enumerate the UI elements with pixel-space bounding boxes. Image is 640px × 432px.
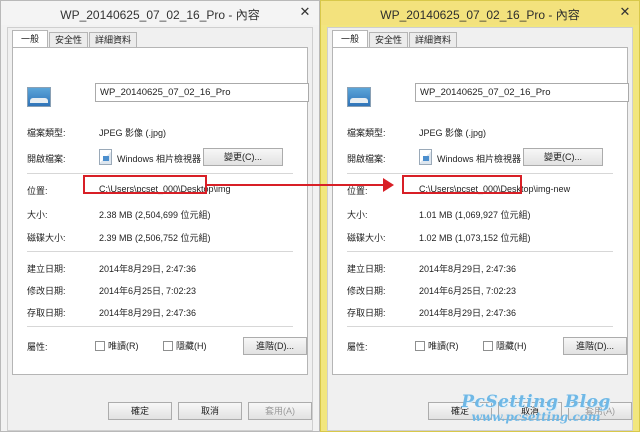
tab-security[interactable]: 安全性: [49, 32, 89, 48]
separator: [27, 326, 293, 327]
separator: [27, 251, 293, 252]
titlebar[interactable]: WP_20140625_07_02_16_Pro - 內容 ✕: [1, 1, 319, 25]
ok-button[interactable]: 確定: [108, 402, 172, 420]
tab-details[interactable]: 詳細資料: [89, 32, 138, 48]
file-type-value: JPEG 影像 (.jpg): [419, 128, 487, 138]
titlebar[interactable]: WP_20140625_07_02_16_Pro - 內容 ✕: [321, 1, 639, 25]
properties-window-left: WP_20140625_07_02_16_Pro - 內容 ✕ 一般 安全性 詳…: [0, 0, 320, 432]
advanced-button[interactable]: 進階(D)...: [563, 337, 627, 355]
separator: [27, 173, 293, 174]
size-on-disk-value: 1.02 MB (1,073,152 位元組): [419, 233, 531, 243]
change-button[interactable]: 變更(C)...: [203, 148, 283, 166]
watermark-url: www.pcsetting.com: [471, 410, 601, 424]
attributes-label: 屬性:: [27, 342, 48, 352]
accessed-value: 2014年8月29日, 2:47:36: [99, 308, 197, 318]
filename-input[interactable]: WP_20140625_07_02_16_Pro: [415, 83, 629, 102]
hidden-label: 隱藏(H): [496, 341, 527, 351]
readonly-checkbox[interactable]: 唯讀(R): [415, 339, 459, 352]
file-type-value: JPEG 影像 (.jpg): [99, 128, 167, 138]
image-file-icon: [347, 87, 371, 107]
window-title: WP_20140625_07_02_16_Pro - 內容: [60, 8, 260, 22]
tab-strip: 一般 安全性 詳細資料: [332, 30, 458, 48]
general-panel: WP_20140625_07_02_16_Pro 檔案類型: JPEG 影像 (…: [332, 47, 629, 375]
size-value: 2.38 MB (2,504,699 位元組): [99, 210, 211, 220]
checkbox-box[interactable]: [483, 340, 493, 351]
comparison-arrow-line: [207, 184, 388, 186]
accessed-label: 存取日期:: [347, 308, 386, 318]
general-panel: WP_20140625_07_02_16_Pro 檔案類型: JPEG 影像 (…: [12, 47, 309, 375]
photo-viewer-icon: [419, 149, 432, 165]
created-label: 建立日期:: [347, 264, 386, 274]
size-highlight-box-left: [83, 175, 207, 194]
readonly-label: 唯讀(R): [108, 341, 139, 351]
accessed-label: 存取日期:: [27, 308, 66, 318]
readonly-label: 唯讀(R): [428, 341, 459, 351]
checkbox-box[interactable]: [95, 340, 105, 351]
size-on-disk-label: 磁碟大小:: [27, 233, 66, 243]
modified-label: 修改日期:: [347, 286, 386, 296]
opens-with-app: Windows 相片檢視器: [437, 154, 522, 164]
client-area: 一般 安全性 詳細資料 WP_20140625_07_02_16_Pro 檔案類…: [7, 27, 313, 431]
created-value: 2014年8月29日, 2:47:36: [99, 264, 197, 274]
change-button[interactable]: 變更(C)...: [523, 148, 603, 166]
properties-window-right: WP_20140625_07_02_16_Pro - 內容 ✕ 一般 安全性 詳…: [320, 0, 640, 432]
file-type-label: 檔案類型:: [27, 128, 66, 138]
apply-button[interactable]: 套用(A): [248, 402, 312, 420]
modified-value: 2014年6月25日, 7:02:23: [99, 286, 197, 296]
window-title: WP_20140625_07_02_16_Pro - 內容: [380, 8, 580, 22]
file-type-label: 檔案類型:: [347, 128, 386, 138]
hidden-checkbox[interactable]: 隱藏(H): [163, 339, 207, 352]
size-value: 1.01 MB (1,069,927 位元組): [419, 210, 531, 220]
opens-with-label: 開啟檔案:: [347, 154, 386, 164]
arrow-head-icon: [383, 178, 394, 192]
watermark-title: PcSetting Blog: [461, 392, 611, 412]
tab-details[interactable]: 詳細資料: [409, 32, 458, 48]
size-on-disk-value: 2.39 MB (2,506,752 位元組): [99, 233, 211, 243]
filename-input[interactable]: WP_20140625_07_02_16_Pro: [95, 83, 309, 102]
watermark: PcSetting Blog www.pcsetting.com: [436, 392, 636, 424]
separator: [347, 251, 613, 252]
accessed-value: 2014年8月29日, 2:47:36: [419, 308, 517, 318]
created-label: 建立日期:: [27, 264, 66, 274]
size-on-disk-label: 磁碟大小:: [347, 233, 386, 243]
opens-with-label: 開啟檔案:: [27, 154, 66, 164]
checkbox-box[interactable]: [163, 340, 173, 351]
close-icon[interactable]: ✕: [617, 5, 633, 19]
separator: [347, 173, 613, 174]
photo-viewer-icon: [99, 149, 112, 165]
tab-security[interactable]: 安全性: [369, 32, 409, 48]
size-highlight-box-right: [402, 175, 522, 194]
separator: [347, 326, 613, 327]
modified-label: 修改日期:: [27, 286, 66, 296]
modified-value: 2014年6月25日, 7:02:23: [419, 286, 517, 296]
tab-strip: 一般 安全性 詳細資料: [12, 30, 138, 48]
size-label: 大小:: [27, 210, 48, 220]
attributes-label: 屬性:: [347, 342, 368, 352]
checkbox-box[interactable]: [415, 340, 425, 351]
close-icon[interactable]: ✕: [297, 5, 313, 19]
tab-general[interactable]: 一般: [12, 30, 49, 48]
advanced-button[interactable]: 進階(D)...: [243, 337, 307, 355]
hidden-label: 隱藏(H): [176, 341, 207, 351]
size-label: 大小:: [347, 210, 368, 220]
hidden-checkbox[interactable]: 隱藏(H): [483, 339, 527, 352]
readonly-checkbox[interactable]: 唯讀(R): [95, 339, 139, 352]
cancel-button[interactable]: 取消: [178, 402, 242, 420]
created-value: 2014年8月29日, 2:47:36: [419, 264, 517, 274]
tab-general[interactable]: 一般: [332, 30, 369, 48]
opens-with-app: Windows 相片檢視器: [117, 154, 202, 164]
client-area: 一般 安全性 詳細資料 WP_20140625_07_02_16_Pro 檔案類…: [327, 27, 633, 431]
image-file-icon: [27, 87, 51, 107]
